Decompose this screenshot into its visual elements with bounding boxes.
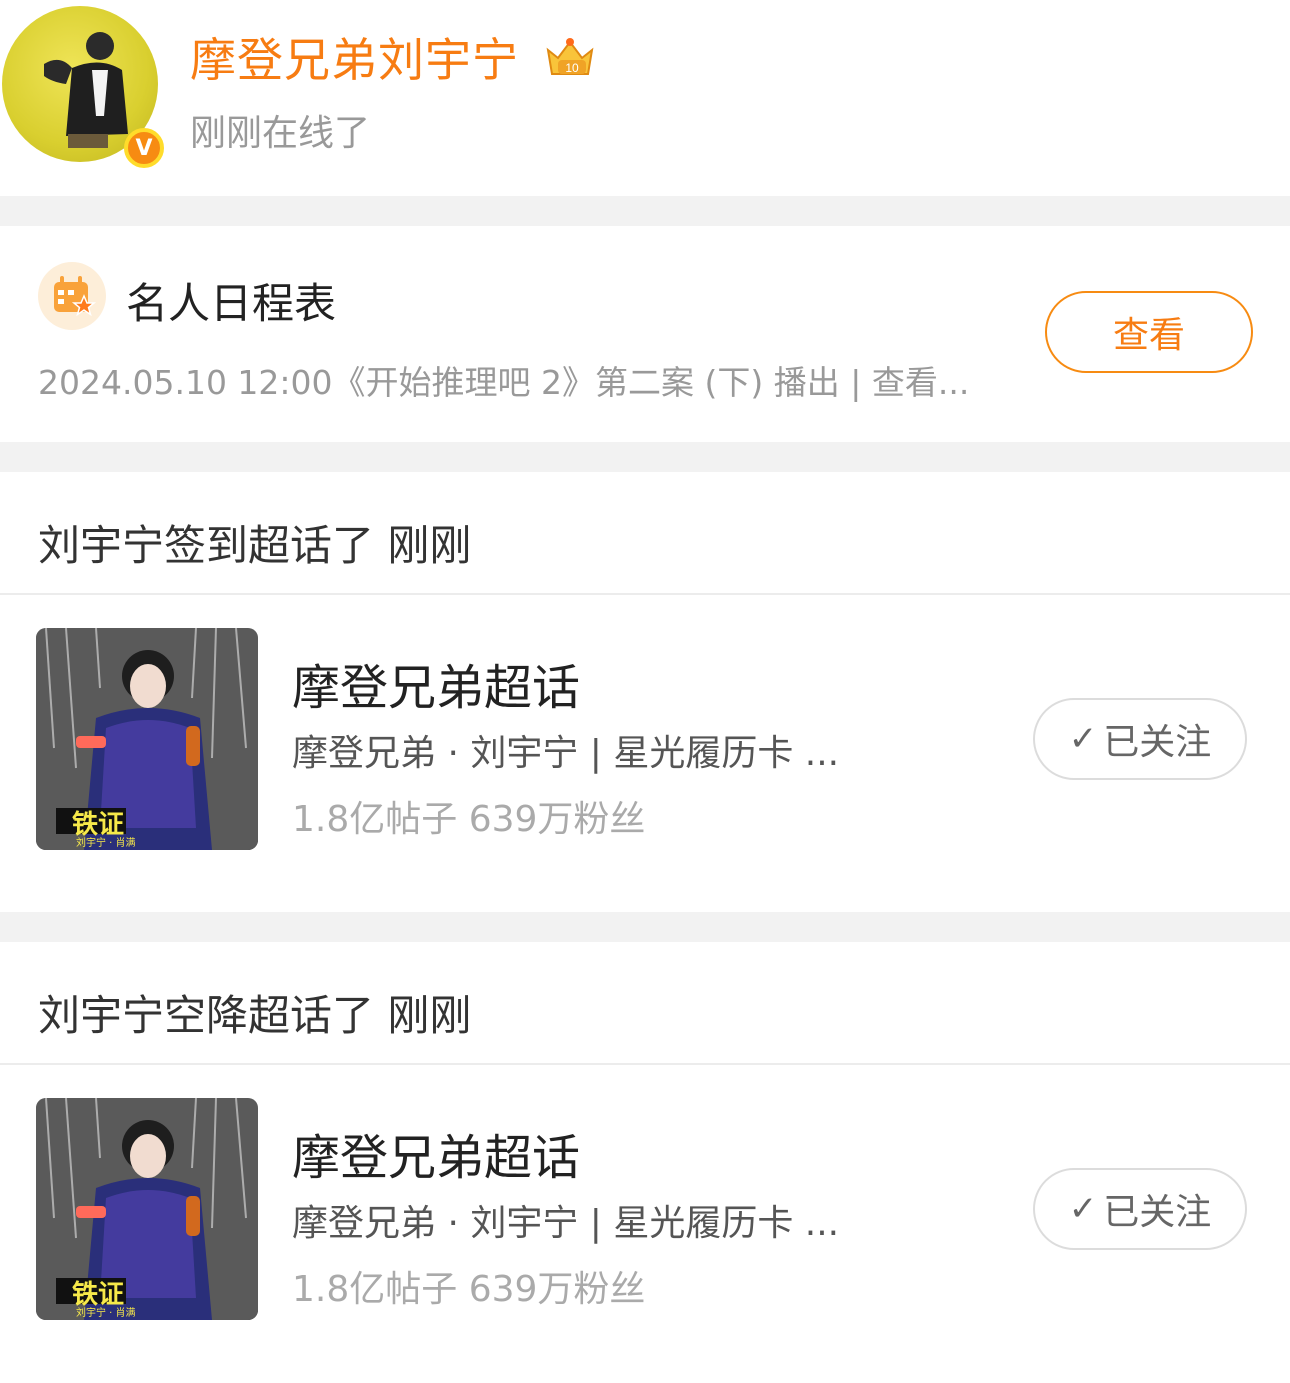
activity-header: 刘宇宁空降超话了 刚刚: [38, 991, 472, 1040]
section-separator: [0, 912, 1290, 942]
topic-cover-image[interactable]: 铁证 刘宇宁 · 肖满: [36, 1098, 258, 1320]
divider: [0, 593, 1290, 595]
user-name[interactable]: 摩登兄弟刘宇宁: [190, 24, 519, 90]
followed-label: 已关注: [1103, 722, 1212, 763]
section-separator: [0, 442, 1290, 472]
topic-title[interactable]: 摩登兄弟超话: [292, 648, 580, 718]
online-status: 刚刚在线了: [190, 113, 371, 154]
topic-cover-art: [36, 628, 258, 850]
topic-subtitle: 摩登兄弟 · 刘宇宁 | 星光履历卡 ...: [292, 1203, 840, 1244]
topic-stats: 1.8亿帖子 639万粉丝: [292, 799, 646, 840]
activity-header: 刘宇宁签到超话了 刚刚: [38, 521, 472, 570]
followed-button[interactable]: ✓ 已关注: [1033, 698, 1247, 780]
calendar-star-icon: [38, 262, 106, 330]
crown-icon[interactable]: 10: [542, 34, 598, 80]
activity-card-airdrop: 刘宇宁空降超话了 刚刚 铁证 刘宇宁 · 肖满 摩登兄弟超话 摩登兄弟 · 刘宇…: [0, 942, 1290, 1383]
divider: [0, 1063, 1290, 1065]
user-avatar-icon: [44, 32, 128, 148]
activity-card-checkin: 刘宇宁签到超话了 刚刚 铁证 刘宇宁 · 肖满 摩登兄弟超话 摩登兄弟 · 刘宇…: [0, 472, 1290, 912]
schedule-title: 名人日程表: [126, 279, 337, 328]
topic-cover-subcaption: 刘宇宁 · 肖满: [76, 838, 136, 849]
topic-title[interactable]: 摩登兄弟超话: [292, 1118, 580, 1188]
checkmark-icon: ✓: [1068, 1189, 1098, 1229]
topic-subtitle: 摩登兄弟 · 刘宇宁 | 星光履历卡 ...: [292, 733, 840, 774]
celebrity-schedule-card[interactable]: 名人日程表 2024.05.10 12:00《开始推理吧 2》第二案 (下) 播…: [0, 226, 1290, 442]
schedule-description[interactable]: 2024.05.10 12:00《开始推理吧 2》第二案 (下) 播出 | 查看…: [38, 356, 969, 404]
verified-badge-icon: V: [124, 128, 164, 168]
section-separator: [0, 196, 1290, 226]
crown-level: 10: [565, 61, 579, 75]
topic-stats: 1.8亿帖子 639万粉丝: [292, 1269, 646, 1310]
topic-cover-image[interactable]: 铁证 刘宇宁 · 肖满: [36, 628, 258, 850]
checkmark-icon: ✓: [1068, 719, 1098, 759]
profile-header: V 摩登兄弟刘宇宁 10 刚刚在线了: [0, 0, 1290, 196]
followed-label: 已关注: [1103, 1192, 1212, 1233]
followed-button[interactable]: ✓ 已关注: [1033, 1168, 1247, 1250]
topic-cover-art: [36, 1098, 258, 1320]
topic-cover-subcaption: 刘宇宁 · 肖满: [76, 1308, 136, 1319]
view-schedule-button[interactable]: 查看: [1045, 291, 1253, 373]
